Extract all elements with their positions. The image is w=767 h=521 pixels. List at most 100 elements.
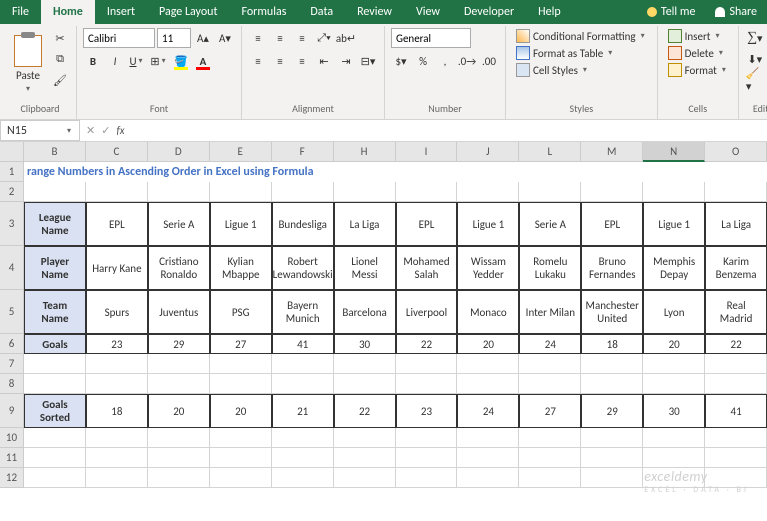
data-cell[interactable]: 21 [272,394,334,428]
align-center-button[interactable]: ≡ [270,51,290,71]
row-header[interactable]: 5 [0,290,24,334]
cell[interactable] [643,428,705,448]
data-cell[interactable]: Memphis Depay [643,246,705,290]
data-cell[interactable]: 22 [396,334,458,354]
row-label-cell[interactable]: Player Name [24,246,86,290]
cell[interactable] [705,374,767,394]
tab-formulas[interactable]: Formulas [229,0,298,24]
data-cell[interactable]: 18 [86,394,148,428]
data-cell[interactable]: EPL [581,202,643,246]
align-right-button[interactable]: ≡ [292,51,312,71]
clear-button[interactable]: 🧹▾ [745,70,765,90]
cell[interactable] [272,428,334,448]
data-cell[interactable]: EPL [396,202,458,246]
data-cell[interactable]: PSG [210,290,272,334]
cell[interactable] [334,182,396,202]
tab-developer[interactable]: Developer [452,0,526,24]
conditional-formatting-button[interactable]: Conditional Formatting▾ [512,28,651,44]
data-cell[interactable]: Lyon [643,290,705,334]
cell[interactable] [581,428,643,448]
data-cell[interactable]: Wissam Yedder [457,246,519,290]
cell[interactable] [334,428,396,448]
data-cell[interactable]: Kylian Mbappe [210,246,272,290]
align-middle-button[interactable]: ≡ [270,28,290,48]
data-cell[interactable]: 22 [334,394,396,428]
cell[interactable] [86,428,148,448]
data-cell[interactable]: 41 [272,334,334,354]
data-cell[interactable]: Bruno Fernandes [581,246,643,290]
cell[interactable] [457,448,519,468]
data-cell[interactable]: La Liga [705,202,767,246]
cell[interactable] [581,374,643,394]
data-cell[interactable]: 30 [334,334,396,354]
cell[interactable] [272,374,334,394]
cell[interactable] [272,182,334,202]
data-cell[interactable]: 27 [210,334,272,354]
cell[interactable] [24,354,86,374]
cell[interactable] [643,354,705,374]
data-cell[interactable]: Serie A [148,202,210,246]
row-header[interactable]: 9 [0,394,24,428]
worksheet-grid[interactable]: BCDEFHIJLMNO 1range Numbers in Ascending… [0,142,767,488]
format-painter-button[interactable]: 🖌 [50,70,70,90]
cell[interactable] [272,468,334,488]
cell[interactable] [148,468,210,488]
row-header[interactable]: 7 [0,354,24,374]
formula-input[interactable] [131,120,767,141]
cell[interactable] [210,182,272,202]
insert-cells-button[interactable]: Insert▾ [664,28,732,44]
data-cell[interactable]: 41 [705,394,767,428]
bold-button[interactable]: B [83,51,103,71]
font-color-button[interactable]: A [193,51,213,71]
row-header[interactable]: 11 [0,448,24,468]
align-top-button[interactable]: ≡ [248,28,268,48]
data-cell[interactable]: Karim Benzema [705,246,767,290]
row-label-cell[interactable]: Goals Sorted [24,394,86,428]
column-header[interactable]: D [148,142,210,162]
cell[interactable] [396,428,458,448]
cell[interactable] [643,448,705,468]
paste-button[interactable]: Paste ▾ [10,28,46,100]
cell[interactable] [210,354,272,374]
cell[interactable] [86,182,148,202]
data-cell[interactable]: Juventus [148,290,210,334]
column-header[interactable]: B [24,142,86,162]
select-all-corner[interactable] [0,142,24,162]
cell[interactable] [86,468,148,488]
row-header[interactable]: 6 [0,334,24,354]
data-cell[interactable]: 23 [396,394,458,428]
cell[interactable] [148,354,210,374]
column-header[interactable]: C [86,142,148,162]
data-cell[interactable]: 24 [457,394,519,428]
cell[interactable] [519,468,581,488]
row-header[interactable]: 12 [0,468,24,488]
cut-button[interactable]: ✂ [50,28,70,48]
row-label-cell[interactable]: League Name [24,202,86,246]
data-cell[interactable]: Manchester United [581,290,643,334]
cell[interactable] [24,182,86,202]
enter-formula-icon[interactable]: ✓ [101,124,110,137]
data-cell[interactable]: Monaco [457,290,519,334]
data-cell[interactable]: Inter Milan [519,290,581,334]
cell[interactable] [210,468,272,488]
tab-page-layout[interactable]: Page Layout [147,0,229,24]
cell[interactable] [457,468,519,488]
cell[interactable] [519,448,581,468]
data-cell[interactable]: 20 [457,334,519,354]
column-header[interactable]: O [705,142,767,162]
data-cell[interactable]: Ligue 1 [457,202,519,246]
tab-data[interactable]: Data [298,0,345,24]
decrease-decimal-button[interactable]: .00 [479,51,499,71]
cell[interactable] [272,354,334,374]
column-header[interactable]: I [396,142,458,162]
percent-button[interactable]: % [413,51,433,71]
cell[interactable] [396,448,458,468]
tab-view[interactable]: View [404,0,452,24]
cell[interactable] [643,182,705,202]
border-button[interactable]: ⊞▾ [149,51,169,71]
data-cell[interactable]: 29 [581,394,643,428]
cell[interactable] [334,468,396,488]
column-header[interactable]: F [272,142,334,162]
decrease-indent-button[interactable]: ⇤ [314,51,334,71]
cell[interactable] [705,182,767,202]
